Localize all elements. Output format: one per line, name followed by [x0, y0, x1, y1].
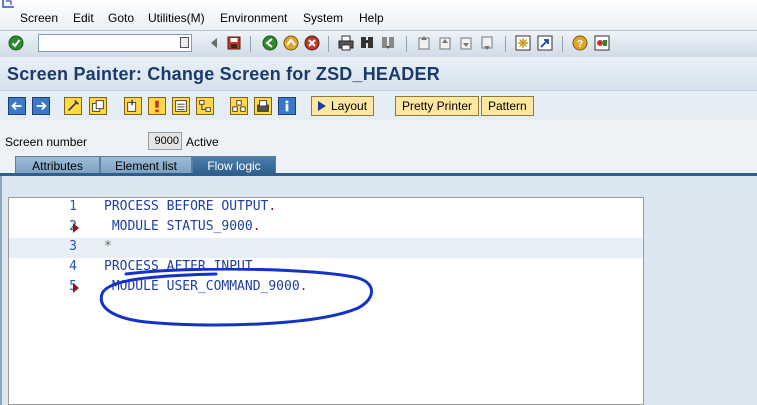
previous-object-icon[interactable] — [8, 97, 26, 115]
activate-icon[interactable] — [148, 97, 166, 115]
line-number: 1 — [69, 199, 77, 214]
last-page-icon[interactable] — [479, 35, 495, 51]
menu-item-screen[interactable]: Screen — [20, 11, 58, 25]
code-text: MODULE STATUS_9000. — [104, 219, 261, 234]
menu-item-goto[interactable]: Goto — [108, 11, 134, 25]
code-line-1[interactable]: 1 PROCESS BEFORE OUTPUT. — [9, 198, 643, 218]
line-number: 5 — [69, 279, 77, 294]
tab-strip: Attributes Element list Flow logic — [0, 154, 757, 174]
arrow-right-icon — [318, 101, 326, 111]
line-number: 4 — [69, 259, 77, 274]
go-back-icon[interactable] — [262, 35, 278, 51]
shortcut-icon[interactable] — [537, 35, 553, 51]
print-screen-icon[interactable] — [254, 97, 272, 115]
pretty-printer-button[interactable]: Pretty Printer — [395, 96, 480, 116]
cancel-icon[interactable] — [304, 35, 320, 51]
toolbar-separator — [328, 36, 329, 52]
back-icon[interactable] — [206, 35, 222, 51]
application-toolbar: Layout Pretty Printer Pattern — [0, 90, 757, 122]
command-field[interactable] — [38, 34, 192, 52]
menu-item-system[interactable]: System — [303, 11, 343, 25]
toolbar-separator — [250, 36, 251, 52]
element-list-icon[interactable] — [172, 97, 190, 115]
information-icon[interactable] — [278, 97, 296, 115]
navigation-marker-icon[interactable] — [73, 283, 79, 293]
toolbar-separator — [406, 36, 407, 52]
tab-attributes[interactable]: Attributes — [15, 156, 100, 174]
code-text: PROCESS BEFORE OUTPUT. — [104, 199, 277, 214]
command-history-dropdown[interactable] — [180, 37, 189, 48]
screen-number-label: Screen number — [5, 135, 88, 149]
find-icon[interactable] — [359, 35, 375, 51]
customize-icon[interactable] — [594, 35, 610, 51]
navigation-marker-icon[interactable] — [73, 223, 79, 233]
tab-flow-logic[interactable]: Flow logic — [192, 156, 276, 174]
help-icon[interactable]: ? — [572, 35, 588, 51]
toolbar-separator — [562, 36, 563, 52]
toolbar-separator — [505, 36, 506, 52]
svg-text:?: ? — [577, 39, 583, 50]
menu-bar: Screen Edit Goto Utilities(M) Environmen… — [0, 0, 757, 30]
first-page-icon[interactable] — [416, 35, 432, 51]
find-next-icon[interactable] — [380, 35, 396, 51]
annotation-circle — [99, 268, 373, 327]
previous-page-icon[interactable] — [437, 35, 453, 51]
menu-item-help[interactable]: Help — [359, 11, 384, 25]
print-icon[interactable] — [338, 35, 354, 51]
tab-element-list[interactable]: Element list — [100, 156, 192, 174]
save-icon[interactable] — [226, 35, 242, 51]
menu-item-utilities[interactable]: Utilities(M) — [148, 11, 205, 25]
standard-toolbar: ? — [0, 30, 757, 58]
command-input[interactable] — [41, 36, 175, 52]
layout-button-label: Layout — [331, 99, 368, 113]
pattern-button[interactable]: Pattern — [481, 96, 534, 116]
where-used-icon[interactable] — [230, 97, 248, 115]
page-title: Screen Painter: Change Screen for ZSD_HE… — [7, 64, 440, 84]
screen-number-field: 9000 — [148, 132, 182, 150]
enter-icon[interactable] — [8, 35, 24, 51]
next-page-icon[interactable] — [458, 35, 474, 51]
other-object-icon[interactable] — [89, 97, 107, 115]
title-bar: Screen Painter: Change Screen for ZSD_HE… — [0, 57, 757, 90]
new-session-icon[interactable] — [515, 35, 531, 51]
code-line-3[interactable]: 3 * — [9, 238, 643, 258]
exit-icon[interactable] — [283, 35, 299, 51]
code-line-2[interactable]: 2 MODULE STATUS_9000. — [9, 218, 643, 238]
layout-button[interactable]: Layout — [311, 96, 375, 116]
menu-item-environment[interactable]: Environment — [220, 11, 287, 25]
screen-status: Active — [186, 135, 219, 149]
next-object-icon[interactable] — [32, 97, 50, 115]
menu-item-edit[interactable]: Edit — [73, 11, 94, 25]
screen-number-row: Screen number 9000 Active — [0, 120, 757, 154]
display-change-icon[interactable] — [64, 97, 82, 115]
line-number: 3 — [69, 239, 77, 254]
system-menu-icon[interactable] — [2, 0, 16, 8]
hierarchy-icon[interactable] — [196, 97, 214, 115]
check-icon[interactable] — [124, 97, 142, 115]
line-number: 2 — [69, 219, 77, 234]
code-text: * — [104, 239, 112, 254]
